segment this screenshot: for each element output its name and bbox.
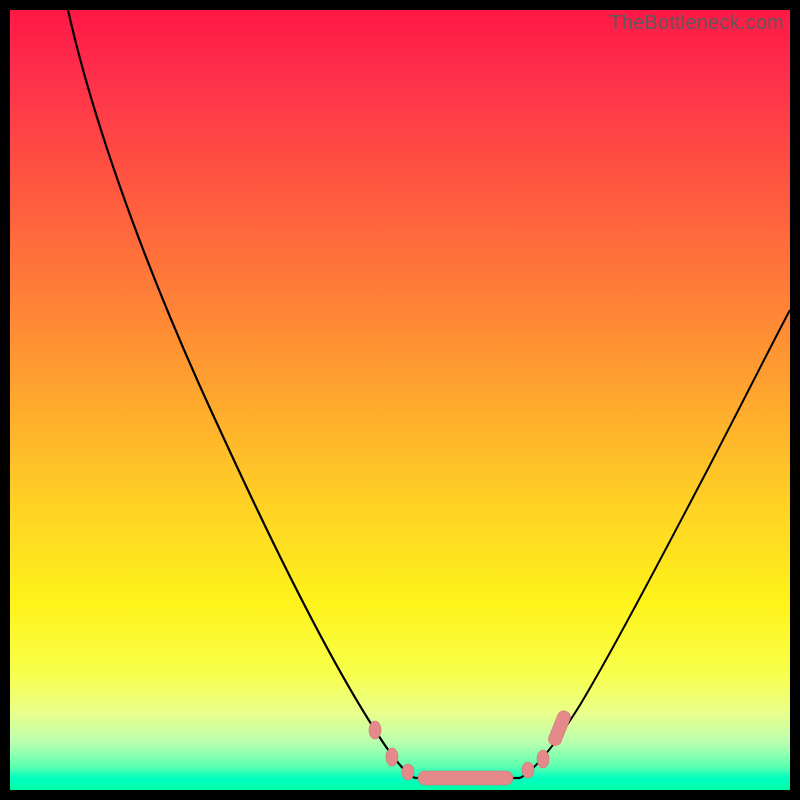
bead-pill xyxy=(418,771,513,785)
right-curve xyxy=(520,310,790,778)
bead xyxy=(386,748,398,766)
bead-group xyxy=(369,709,572,785)
chart-svg xyxy=(10,10,790,790)
bead xyxy=(402,764,414,780)
plot-area xyxy=(10,10,790,790)
bead xyxy=(522,762,534,778)
bead xyxy=(369,721,381,739)
outer-frame: TheBottleneck.com xyxy=(0,0,800,800)
bead-pill-right xyxy=(547,709,573,747)
watermark-text: TheBottleneck.com xyxy=(609,12,784,35)
left-curve xyxy=(68,10,415,778)
bead xyxy=(537,750,549,768)
